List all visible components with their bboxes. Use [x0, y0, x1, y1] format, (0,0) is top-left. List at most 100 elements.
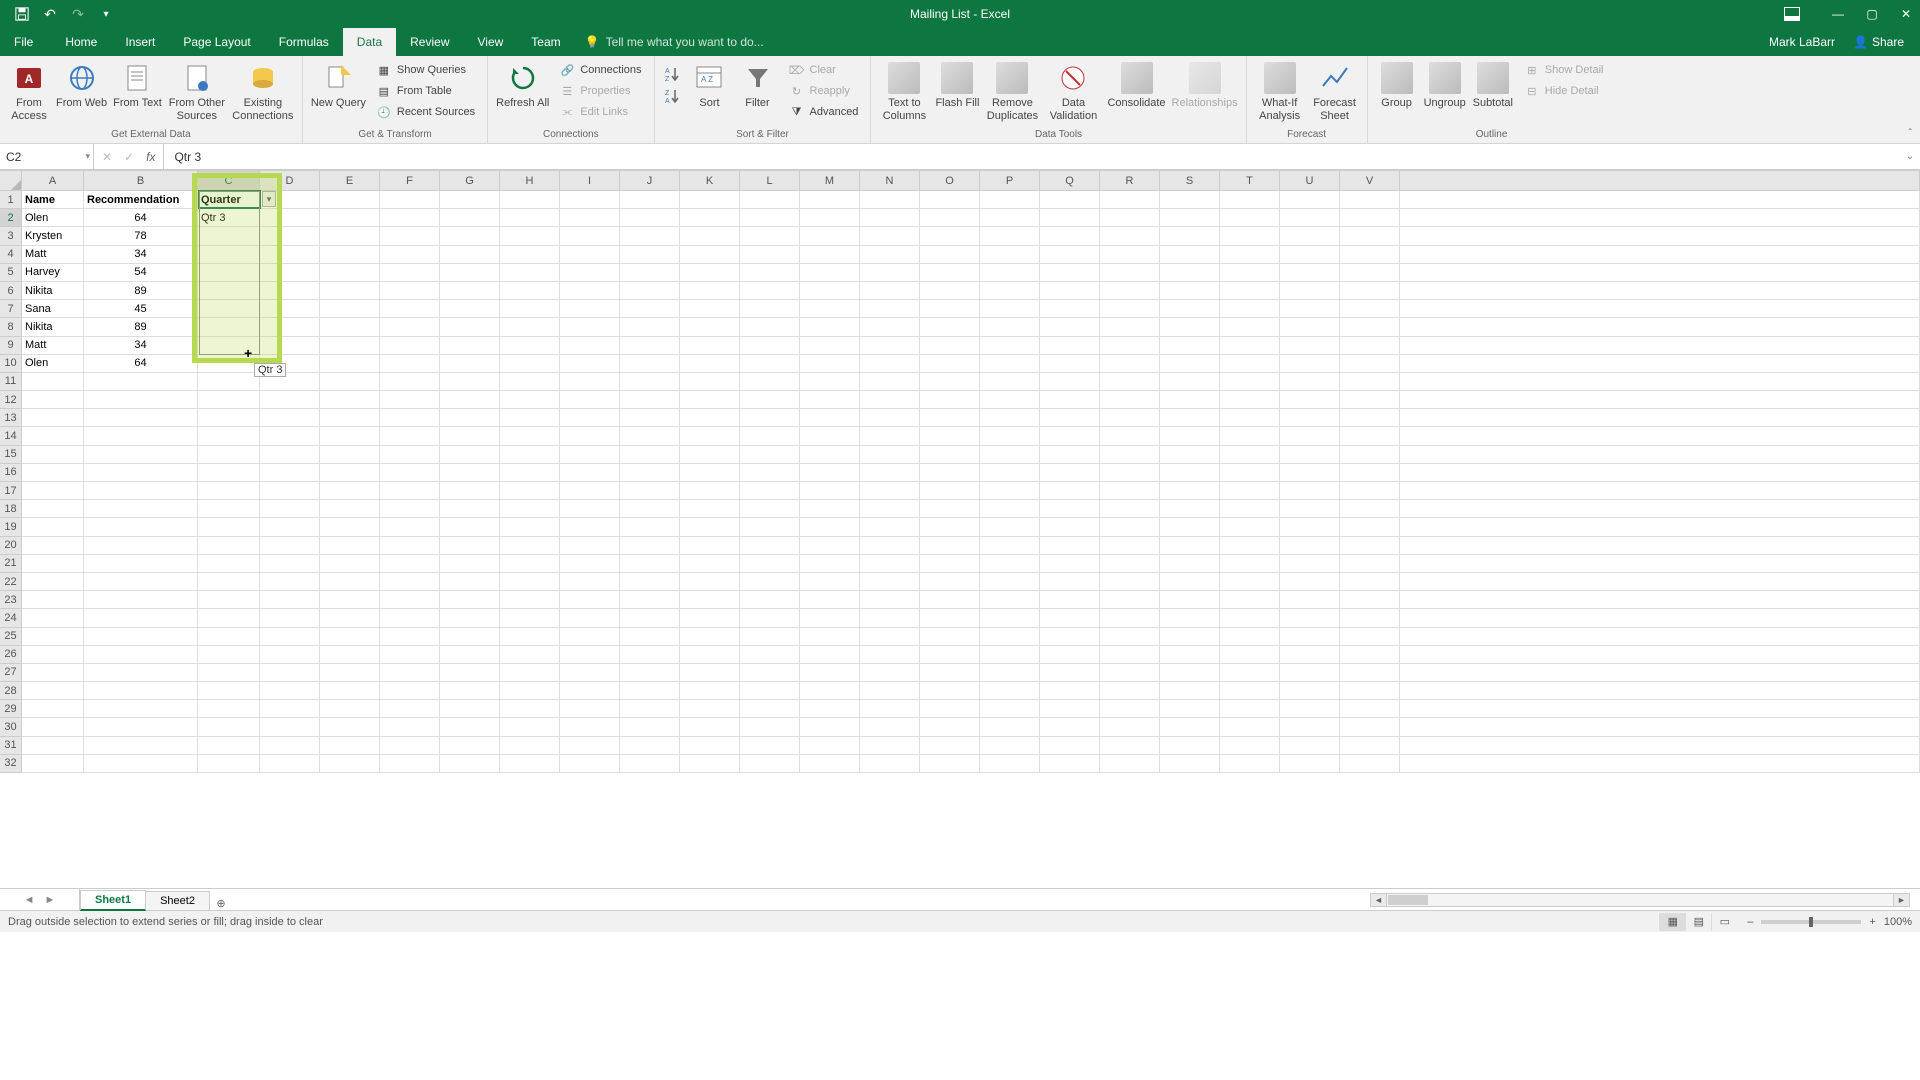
cell-K22[interactable] — [680, 573, 740, 591]
cell-C26[interactable] — [198, 646, 260, 664]
cell-L27[interactable] — [740, 664, 800, 682]
cell-P24[interactable] — [980, 609, 1040, 627]
cell-O16[interactable] — [920, 464, 980, 482]
sort-button[interactable]: A ZSort — [689, 60, 731, 110]
cell-Q9[interactable] — [1040, 337, 1100, 355]
cell-G20[interactable] — [440, 537, 500, 555]
cell-T20[interactable] — [1220, 537, 1280, 555]
cell-B3[interactable]: 78 — [84, 227, 198, 245]
cell-P30[interactable] — [980, 718, 1040, 736]
cell-S11[interactable] — [1160, 373, 1220, 391]
cell-N31[interactable] — [860, 737, 920, 755]
cell-Q23[interactable] — [1040, 591, 1100, 609]
cell-K5[interactable] — [680, 264, 740, 282]
cell-S8[interactable] — [1160, 318, 1220, 336]
cell-K6[interactable] — [680, 282, 740, 300]
ungroup-button[interactable]: Ungroup — [1424, 60, 1466, 110]
cell-S1[interactable] — [1160, 191, 1220, 209]
cell-V28[interactable] — [1340, 682, 1400, 700]
cell-J21[interactable] — [620, 555, 680, 573]
row-header-7[interactable]: 7 — [0, 300, 22, 318]
cell-D9[interactable] — [260, 337, 320, 355]
cell-J32[interactable] — [620, 755, 680, 773]
cell-B9[interactable]: 34 — [84, 337, 198, 355]
formula-expand-icon[interactable]: ⌄ — [1900, 144, 1920, 169]
cell-J25[interactable] — [620, 628, 680, 646]
cell-C2[interactable]: Qtr 3 — [198, 209, 260, 227]
cell-E4[interactable] — [320, 246, 380, 264]
cell-O4[interactable] — [920, 246, 980, 264]
cell-L23[interactable] — [740, 591, 800, 609]
cell-L11[interactable] — [740, 373, 800, 391]
row-header-25[interactable]: 25 — [0, 628, 22, 646]
cell-P13[interactable] — [980, 409, 1040, 427]
column-header-B[interactable]: B — [84, 171, 198, 190]
cell-M12[interactable] — [800, 391, 860, 409]
cell-N1[interactable] — [860, 191, 920, 209]
cell-G30[interactable] — [440, 718, 500, 736]
cell-U6[interactable] — [1280, 282, 1340, 300]
cell-R30[interactable] — [1100, 718, 1160, 736]
cell-H14[interactable] — [500, 427, 560, 445]
tab-insert[interactable]: Insert — [111, 28, 169, 56]
cell-I12[interactable] — [560, 391, 620, 409]
cell-N26[interactable] — [860, 646, 920, 664]
cell-J23[interactable] — [620, 591, 680, 609]
cell-U7[interactable] — [1280, 300, 1340, 318]
cell-J27[interactable] — [620, 664, 680, 682]
cell-C21[interactable] — [198, 555, 260, 573]
cell-K7[interactable] — [680, 300, 740, 318]
cell-D16[interactable] — [260, 464, 320, 482]
cell-U5[interactable] — [1280, 264, 1340, 282]
cell-M28[interactable] — [800, 682, 860, 700]
cell-G7[interactable] — [440, 300, 500, 318]
cell-K14[interactable] — [680, 427, 740, 445]
from-table-button[interactable]: ▤From Table — [372, 81, 479, 101]
tab-page-layout[interactable]: Page Layout — [169, 28, 264, 56]
cell-B16[interactable] — [84, 464, 198, 482]
cell-I19[interactable] — [560, 518, 620, 536]
cell-J3[interactable] — [620, 227, 680, 245]
cell-D32[interactable] — [260, 755, 320, 773]
cell-M20[interactable] — [800, 537, 860, 555]
cell-A11[interactable] — [22, 373, 84, 391]
cell-O14[interactable] — [920, 427, 980, 445]
cell-M1[interactable] — [800, 191, 860, 209]
row-header-1[interactable]: 1 — [0, 191, 22, 209]
cell-S6[interactable] — [1160, 282, 1220, 300]
cell-O17[interactable] — [920, 482, 980, 500]
column-header-H[interactable]: H — [500, 171, 560, 190]
cell-R12[interactable] — [1100, 391, 1160, 409]
cell-V17[interactable] — [1340, 482, 1400, 500]
column-header-J[interactable]: J — [620, 171, 680, 190]
cell-C20[interactable] — [198, 537, 260, 555]
existing-connections-button[interactable]: Existing Connections — [232, 60, 294, 122]
cell-J13[interactable] — [620, 409, 680, 427]
cell-Q16[interactable] — [1040, 464, 1100, 482]
cell-T7[interactable] — [1220, 300, 1280, 318]
cell-P31[interactable] — [980, 737, 1040, 755]
cell-L15[interactable] — [740, 446, 800, 464]
cell-O31[interactable] — [920, 737, 980, 755]
cell-V1[interactable] — [1340, 191, 1400, 209]
formula-enter-icon[interactable]: ✓ — [124, 150, 134, 164]
cell-A22[interactable] — [22, 573, 84, 591]
cell-S14[interactable] — [1160, 427, 1220, 445]
cell-J18[interactable] — [620, 500, 680, 518]
cell-N24[interactable] — [860, 609, 920, 627]
cell-U28[interactable] — [1280, 682, 1340, 700]
cell-K31[interactable] — [680, 737, 740, 755]
ribbon-display-options-icon[interactable] — [1784, 7, 1800, 21]
cell-M22[interactable] — [800, 573, 860, 591]
cell-N28[interactable] — [860, 682, 920, 700]
cell-A20[interactable] — [22, 537, 84, 555]
cell-M21[interactable] — [800, 555, 860, 573]
cell-L5[interactable] — [740, 264, 800, 282]
cell-I15[interactable] — [560, 446, 620, 464]
cell-U22[interactable] — [1280, 573, 1340, 591]
cell-B13[interactable] — [84, 409, 198, 427]
cell-O25[interactable] — [920, 628, 980, 646]
cell-A4[interactable]: Matt — [22, 246, 84, 264]
cell-P18[interactable] — [980, 500, 1040, 518]
cell-F31[interactable] — [380, 737, 440, 755]
